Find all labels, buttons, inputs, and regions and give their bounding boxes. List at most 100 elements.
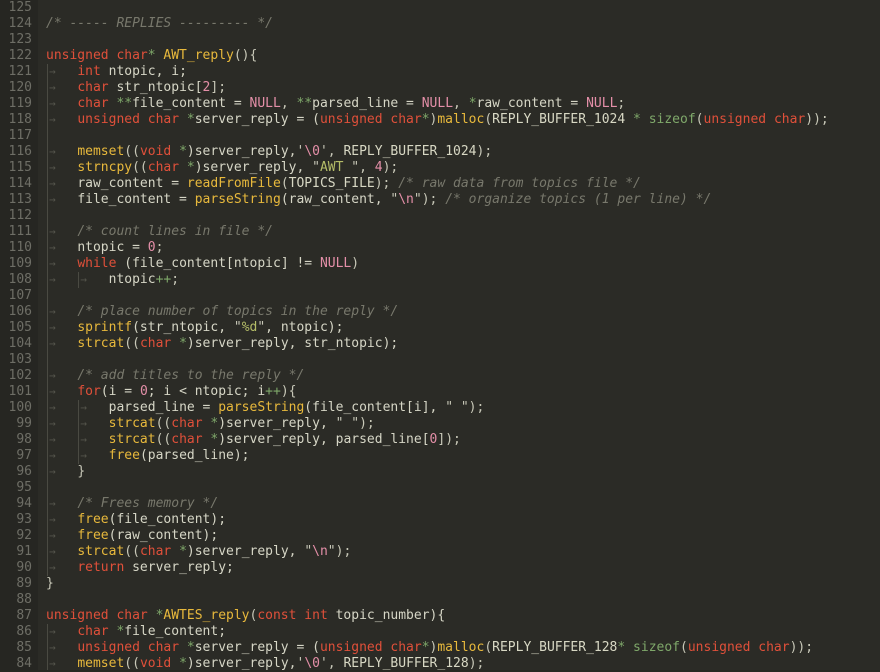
code-token-id: )server_reply, [186, 656, 297, 670]
code-line[interactable]: unsigned char *AWTES_reply(const int top… [46, 608, 880, 624]
code-token-id: ntopic [108, 272, 156, 287]
code-line[interactable]: strcat((char *)server_reply, " "); [46, 416, 880, 432]
code-line[interactable] [46, 0, 880, 16]
code-line[interactable]: while (file_content[ntopic] != NULL) [46, 256, 880, 272]
code-token-id: )server_reply, parsed_line[ [218, 432, 430, 447]
code-line[interactable]: /* place number of topics in the reply *… [46, 304, 880, 320]
code-token-pun: (){ [233, 48, 258, 63]
code-line[interactable]: /* count lines in file */ [46, 224, 880, 240]
code-line[interactable]: free(raw_content); [46, 528, 880, 544]
code-line[interactable]: memset((void *)server_reply,'\0', REPLY_… [46, 656, 880, 670]
code-line[interactable]: for(i = 0; i < ntopic; i++){ [46, 384, 880, 400]
code-line[interactable]: } [46, 464, 880, 480]
code-token-pun: (( [155, 432, 172, 447]
code-line[interactable]: } [46, 576, 880, 592]
code-line[interactable] [46, 480, 880, 496]
code-line[interactable] [46, 288, 880, 304]
code-line[interactable]: /* add titles to the reply */ [46, 368, 880, 384]
code-token-kw: const [257, 608, 297, 623]
code-line[interactable]: int ntopic, i; [46, 64, 880, 80]
code-token-id: (file_content); [108, 512, 227, 527]
code-token-kw: void [139, 656, 172, 670]
code-lines[interactable]: /* ----- REPLIES --------- */ unsigned ch… [38, 0, 880, 670]
code-token-pun: " [351, 160, 360, 175]
code-line[interactable]: ntopic = 0; [46, 240, 880, 256]
line-number: 121 [8, 64, 32, 79]
line-number: 116 [8, 144, 32, 159]
code-line[interactable]: char **file_content = NULL, **parsed_lin… [46, 96, 880, 112]
code-line[interactable]: unsigned char *server_reply = (unsigned … [46, 640, 880, 656]
code-token-pun: (( [132, 160, 148, 175]
code-line[interactable] [46, 592, 880, 608]
code-line[interactable] [46, 352, 880, 368]
code-line[interactable]: return server_reply; [46, 560, 880, 576]
code-token-pun: , [280, 96, 297, 111]
code-token-pun: ); [374, 176, 399, 191]
line-number: 90 [16, 560, 32, 575]
code-editor[interactable]: 125 124 123 122 121 120 119 118 117 116 115 114 113 1… [0, 0, 880, 671]
code-line[interactable]: file_content = parseString(raw_content, … [46, 192, 880, 208]
line-number: 86 [16, 624, 32, 639]
code-line[interactable]: strncpy((char *)server_reply, "AWT ", 4)… [46, 160, 880, 176]
code-line[interactable]: free(parsed_line); [46, 448, 880, 464]
line-number: 114 [8, 176, 32, 191]
code-line[interactable]: strcat((char *)server_reply, "\n"); [46, 544, 880, 560]
code-line[interactable]: /* ----- REPLIES --------- */ [46, 16, 880, 32]
code-line[interactable]: char *file_content; [46, 624, 880, 640]
line-number: 125 [8, 0, 32, 15]
line-number: 124 [8, 16, 32, 31]
code-token-num: NULL [421, 96, 454, 111]
code-token-pun: ) [351, 256, 360, 271]
code-line[interactable]: raw_content = readFromFile(TOPICS_FILE);… [46, 176, 880, 192]
code-line[interactable] [46, 32, 880, 48]
code-line[interactable]: parsed_line = parseString(file_content[i… [46, 400, 880, 416]
line-number: 96 [16, 464, 32, 479]
code-line[interactable]: char str_ntopic[2]; [46, 80, 880, 96]
code-token-kw: unsigned char [687, 640, 790, 655]
code-line[interactable]: unsigned char* AWT_reply(){ [46, 48, 880, 64]
code-token-pun: ; [617, 96, 626, 111]
code-token-fn: parseString [218, 400, 305, 415]
code-token-num: 0 [139, 384, 148, 399]
code-line[interactable]: /* Frees memory */ [46, 496, 880, 512]
code-content-area[interactable]: → → → → → → → → → → → → → → → → → → → → → → → → → → → → → → → → → → → /* -… [38, 0, 880, 670]
code-token-id: ntopic = [77, 240, 148, 255]
code-line[interactable]: memset((void *)server_reply,'\0', REPLY_… [46, 144, 880, 160]
line-number: 95 [16, 480, 32, 495]
code-line[interactable]: unsigned char *server_reply = (unsigned … [46, 112, 880, 128]
code-token-fn: strcat [77, 544, 125, 559]
code-token-id: )server_reply, str_ntopic); [186, 336, 399, 351]
line-number: 123 [8, 32, 32, 47]
code-token-pun: )); [789, 640, 814, 655]
code-token-pun [641, 112, 649, 127]
line-number: 122 [8, 48, 32, 63]
code-line[interactable]: strcat((char *)server_reply, parsed_line… [46, 432, 880, 448]
line-number: 101 [8, 384, 32, 399]
code-token-cmt: /* count lines in file */ [77, 224, 273, 239]
code-token-op: * [633, 112, 641, 127]
code-line[interactable] [46, 128, 880, 144]
code-token-pun: ( [484, 640, 493, 655]
code-token-id: (i = [100, 384, 140, 399]
code-token-op: sizeof [633, 640, 681, 655]
code-token-num: NULL [249, 96, 281, 111]
code-token-kw: char [171, 416, 203, 431]
code-token-pun: , [327, 656, 344, 670]
code-line[interactable]: sprintf(str_ntopic, "%d", ntopic); [46, 320, 880, 336]
line-number-gutter: 125 124 123 122 121 120 119 118 117 116 115 114 113 1… [0, 0, 38, 671]
code-token-id: raw_content = [476, 96, 587, 111]
code-line[interactable]: free(file_content); [46, 512, 880, 528]
code-line[interactable] [46, 208, 880, 224]
code-line[interactable]: strcat((char *)server_reply, str_ntopic)… [46, 336, 880, 352]
code-token-pun: " [351, 416, 360, 431]
code-line[interactable]: ntopic++; [46, 272, 880, 288]
code-token-fn: strcat [108, 432, 156, 447]
code-token-cst: REPLY_BUFFER_1024 [492, 112, 626, 127]
code-token-id: ; i < ntopic; i [147, 384, 266, 399]
line-number: 120 [8, 80, 32, 95]
